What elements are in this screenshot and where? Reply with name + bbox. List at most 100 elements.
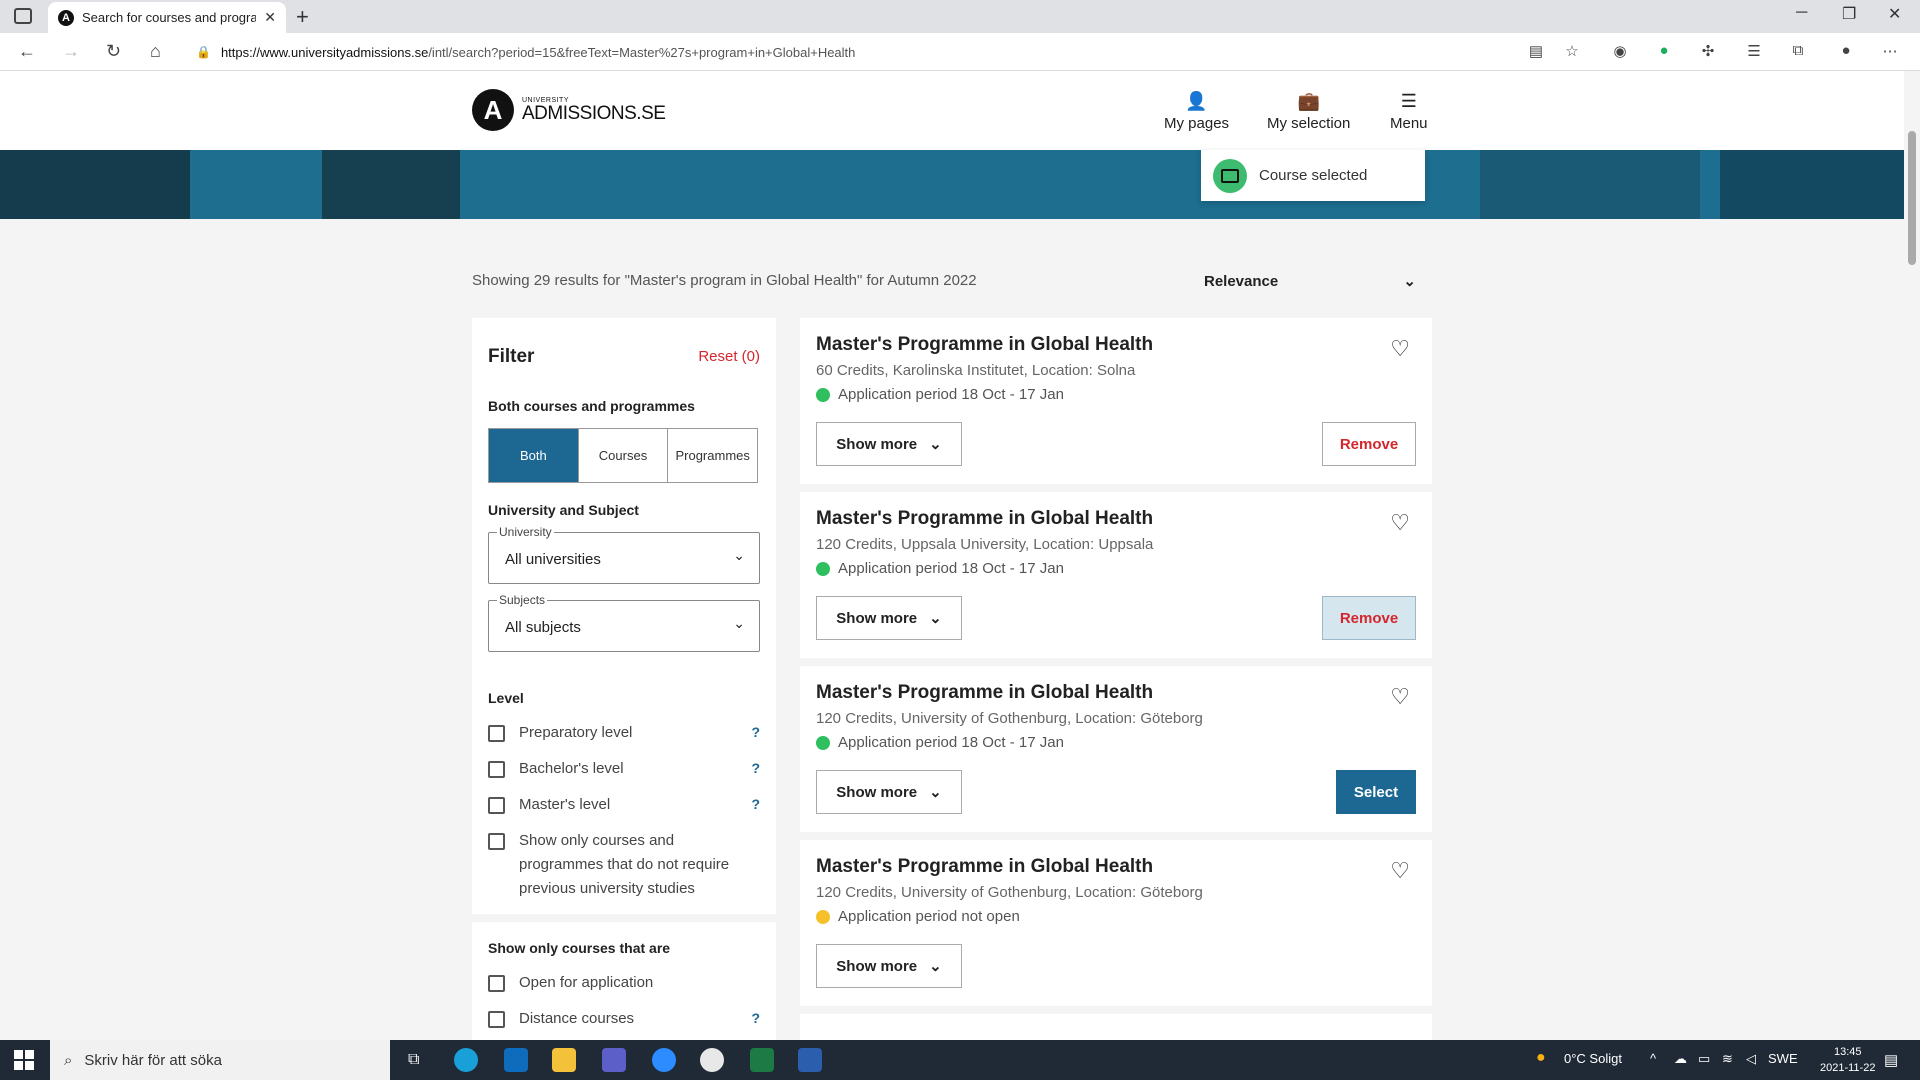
battery-icon[interactable]: ▭ [1698,1051,1710,1067]
subjects-select[interactable]: Subjects All subjects ⌄ [488,593,760,652]
card-title[interactable]: Master's Programme in Global Health [816,334,1153,356]
extensions-puzzle-icon[interactable]: ✣ [1698,42,1718,62]
status-dot-icon [816,561,830,576]
weather-sun-icon[interactable]: ● [1536,1049,1546,1067]
back-icon[interactable]: ← [18,41,36,62]
card-meta: 120 Credits, Uppsala University, Locatio… [816,536,1154,553]
card-title[interactable]: Master's Programme in Global Health [816,682,1153,704]
favorite-heart-icon[interactable]: ♡ [1390,510,1410,536]
onedrive-icon[interactable]: ☁ [1674,1051,1687,1067]
favorite-heart-icon[interactable]: ♡ [1390,858,1410,884]
show-more-button[interactable]: Show more ⌄ [816,422,962,466]
nav-label: My pages [1164,115,1230,132]
edge-icon[interactable] [454,1048,478,1072]
window-close-icon[interactable]: ✕ [1888,4,1901,24]
remove-button[interactable]: Remove [1322,422,1416,466]
search-icon: ⌕ [64,1051,73,1069]
page-scrollbar[interactable] [1904,71,1920,1040]
address-toolbar: ← → ↻ ⌂ 🔒 https://www.universityadmissio… [0,33,1920,71]
help-icon[interactable]: ? [751,760,760,776]
distance-courses-checkbox[interactable]: Distance courses ? [488,1010,760,1031]
windows-start-icon[interactable] [14,1050,34,1070]
volume-icon[interactable]: ◁ [1746,1051,1756,1067]
favorite-heart-icon[interactable]: ♡ [1390,336,1410,362]
word-icon[interactable] [798,1048,822,1072]
help-icon[interactable]: ? [751,1010,760,1026]
tray-chevron-icon[interactable]: ^ [1650,1051,1656,1066]
excel-icon[interactable] [750,1048,774,1072]
scrollbar-thumb[interactable] [1908,131,1916,265]
university-select[interactable]: University All universities ⌄ [488,525,760,584]
sort-select[interactable]: Relevance ⌄ [1204,268,1416,294]
card-title[interactable]: Master's Programme in Global Health [816,508,1153,530]
zoom-icon[interactable] [652,1048,676,1072]
level-heading: Level [488,690,524,706]
show-more-button[interactable]: Show more ⌄ [816,944,962,988]
open-for-application-checkbox[interactable]: Open for application [488,974,760,995]
chrome-icon[interactable] [700,1048,724,1072]
wifi-icon[interactable]: ≋ [1722,1051,1733,1067]
type-both-button[interactable]: Both [489,429,578,482]
minimize-icon[interactable]: ─ [1796,4,1807,22]
course-selected-toast: Course selected [1201,150,1425,201]
type-courses-button[interactable]: Courses [577,429,668,482]
favorite-star-icon[interactable]: ☆ [1562,42,1582,62]
card-title[interactable]: Master's Programme in Global Health [816,856,1153,878]
card-status: Application period 18 Oct - 17 Jan [816,386,1064,403]
bachelors-level-checkbox[interactable]: Bachelor's level ? [488,760,760,781]
my-pages-link[interactable]: 👤 My pages [1164,91,1229,132]
help-icon[interactable]: ? [751,796,760,812]
show-more-button[interactable]: Show more ⌄ [816,770,962,814]
taskbar-clock[interactable]: 13:45 2021-11-22 [1820,1044,1875,1076]
favorites-list-icon[interactable]: ☰ [1744,42,1764,62]
sort-value: Relevance [1204,272,1279,290]
extension-icon[interactable]: ◉ [1610,42,1630,62]
university-label: University [497,525,554,539]
teams-icon[interactable] [602,1048,626,1072]
weather-text[interactable]: 0°C Soligt [1564,1051,1622,1066]
tab-actions-icon[interactable] [14,8,32,24]
remove-button[interactable]: Remove [1322,596,1416,640]
preparatory-level-checkbox[interactable]: Preparatory level ? [488,724,760,745]
no-previous-studies-checkbox[interactable]: Show only courses and programmes that do… [488,832,760,901]
notifications-icon[interactable]: ▤ [1884,1051,1898,1069]
help-icon[interactable]: ? [751,724,760,740]
file-explorer-icon[interactable] [552,1048,576,1072]
uni-subject-heading: University and Subject [488,502,639,518]
reset-filter-link[interactable]: Reset (0) [698,348,760,365]
url-field[interactable]: 🔒 https://www.universityadmissions.se/in… [196,38,1496,66]
tab-close-icon[interactable]: ✕ [264,9,276,26]
favorite-heart-icon[interactable]: ♡ [1390,684,1410,710]
grammarly-icon[interactable]: ● [1654,42,1674,62]
forward-icon[interactable]: → [62,41,80,62]
select-button[interactable]: Select [1336,770,1416,814]
hamburger-icon: ☰ [1400,91,1417,111]
type-programmes-button[interactable]: Programmes [667,429,757,482]
menu-button[interactable]: ☰ Menu [1390,91,1428,132]
url-path: /intl/search?period=15&freeText=Master%2… [428,44,856,60]
collections-icon[interactable]: ⧉ [1788,42,1808,62]
home-icon[interactable]: ⌂ [150,41,161,62]
task-view-icon[interactable]: ⧉ [408,1051,419,1069]
new-tab-icon[interactable]: + [296,4,309,30]
site-logo[interactable]: A UNIVERSITY ADMISSIONS.SE [472,89,666,131]
outlook-icon[interactable] [504,1048,528,1072]
taskbar-search-placeholder: Skriv här för att söka [84,1051,222,1069]
browser-tab[interactable]: A Search for courses and programmes ✕ [48,2,286,33]
my-selection-link[interactable]: 💼 My selection [1267,91,1350,132]
refresh-icon[interactable]: ↻ [106,41,121,62]
reader-mode-icon[interactable]: ▤ [1526,42,1546,62]
restore-icon[interactable]: ❐ [1842,4,1856,24]
settings-more-icon[interactable]: ⋯ [1880,42,1900,62]
language-indicator[interactable]: SWE [1768,1051,1798,1066]
taskbar-search[interactable]: ⌕ Skriv här för att söka [50,1040,390,1080]
show-more-button[interactable]: Show more ⌄ [816,596,962,640]
chevron-down-icon: ⌄ [929,958,942,975]
site-favicon-icon: A [58,9,74,26]
result-card: Master's Programme in Global Health 120 … [800,666,1432,832]
profile-avatar-icon[interactable]: ● [1836,42,1856,62]
lock-icon: 🔒 [196,45,211,59]
card-meta: 60 Credits, Karolinska Institutet, Locat… [816,362,1136,379]
nav-label: Menu [1390,115,1428,132]
masters-level-checkbox[interactable]: Master's level ? [488,796,760,817]
